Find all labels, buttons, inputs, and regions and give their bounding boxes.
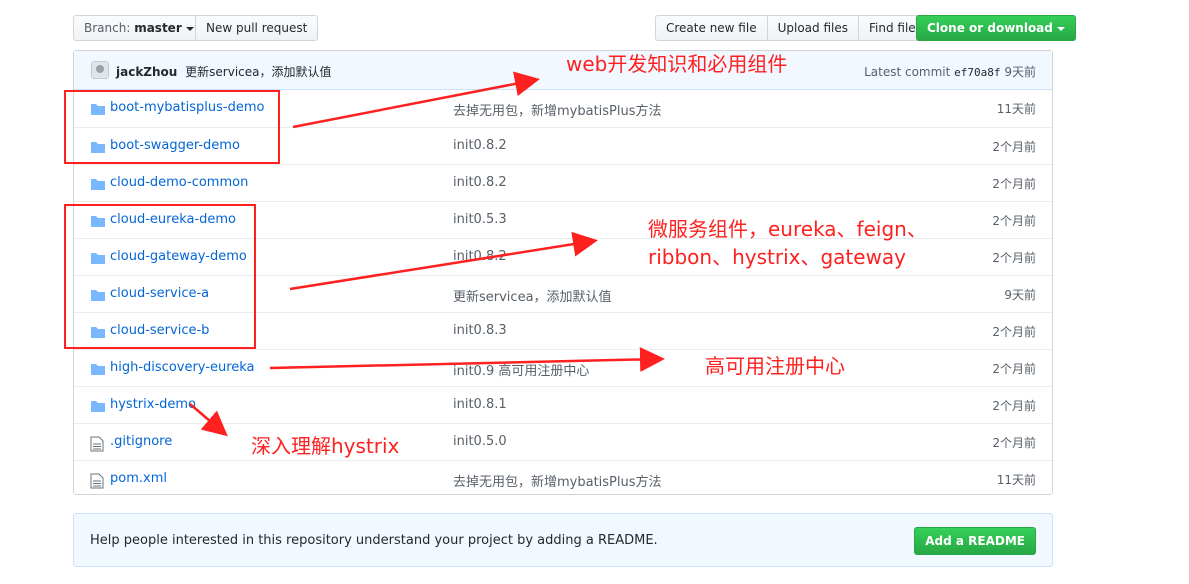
commit-author[interactable]: jackZhou	[116, 65, 177, 79]
commit-message-link[interactable]: init0.8.2	[453, 138, 507, 153]
table-row: cloud-service-a 更新servicea，添加默认值 9天前	[74, 275, 1052, 312]
clone-or-download-button[interactable]: Clone or download	[916, 15, 1076, 41]
commit-message-link[interactable]: init0.5.0	[453, 434, 507, 449]
create-new-file-button[interactable]: Create new file	[656, 16, 767, 40]
file-rows: boot-mybatisplus-demo 去掉无用包，新增mybatisPlus…	[74, 90, 1052, 497]
commit-message-link[interactable]: init0.9 高可用注册中心	[453, 360, 589, 379]
file-name-link[interactable]: pom.xml	[110, 471, 167, 486]
file-name-link[interactable]: .gitignore	[110, 434, 172, 449]
avatar[interactable]	[91, 61, 109, 79]
table-row: cloud-demo-common init0.8.2 2个月前	[74, 164, 1052, 201]
annotation-microservice-line2: ribbon、hystrix、gateway	[648, 245, 907, 269]
commit-age: 2个月前	[992, 362, 1036, 376]
commit-message-link[interactable]: init0.8.3	[453, 323, 507, 338]
commit-age: 2个月前	[992, 436, 1036, 450]
commit-age: 2个月前	[992, 325, 1036, 339]
file-icon	[90, 473, 104, 493]
folder-icon	[90, 288, 106, 306]
file-list: jackZhou 更新servicea，添加默认值 Latest commit …	[73, 50, 1053, 495]
folder-icon	[90, 140, 106, 158]
chevron-down-icon	[1056, 26, 1065, 31]
commit-age: 2个月前	[992, 140, 1036, 154]
table-row: hystrix-demo init0.8.1 2个月前	[74, 386, 1052, 423]
branch-name: master	[134, 21, 182, 35]
annotation-microservice-line1: 微服务组件，eureka、feign、	[648, 217, 927, 241]
table-row: pom.xml 去掉无用包，新增mybatisPlus方法 11天前	[74, 460, 1052, 497]
commit-age: 11天前	[996, 102, 1036, 116]
commit-message-link[interactable]: init0.8.2	[453, 175, 507, 190]
commit-message[interactable]: 更新servicea，添加默认值	[185, 65, 331, 79]
commit-sha[interactable]: ef70a8f	[954, 66, 1000, 79]
file-name-link[interactable]: boot-swagger-demo	[110, 138, 240, 153]
latest-commit-info: Latest commit ef70a8f 9天前	[864, 63, 1036, 80]
commit-age: 2个月前	[992, 399, 1036, 413]
commit-author-info: jackZhou 更新servicea，添加默认值	[116, 63, 332, 80]
file-name-link[interactable]: boot-mybatisplus-demo	[110, 100, 264, 115]
folder-icon	[90, 214, 106, 232]
commit-message-link[interactable]: 更新servicea，添加默认值	[453, 286, 612, 305]
chevron-down-icon	[185, 26, 194, 31]
add-readme-button[interactable]: Add a README	[914, 527, 1036, 555]
file-actions-group: Create new file Upload files Find file	[655, 15, 927, 41]
table-row: cloud-service-b init0.8.3 2个月前	[74, 312, 1052, 349]
commit-age: 9天前	[1004, 288, 1036, 302]
branch-prefix: Branch:	[84, 21, 131, 35]
readme-prompt: Help people interested in this repositor…	[73, 513, 1053, 567]
table-row: boot-mybatisplus-demo 去掉无用包，新增mybatisPlus…	[74, 90, 1052, 127]
folder-icon	[90, 325, 106, 343]
file-icon	[90, 436, 104, 456]
file-name-link[interactable]: hystrix-demo	[110, 397, 196, 412]
commit-message-link[interactable]: 去掉无用包，新增mybatisPlus方法	[453, 100, 662, 119]
branch-select-button[interactable]: Branch: master	[73, 15, 205, 41]
file-name-link[interactable]: cloud-service-b	[110, 323, 209, 338]
table-row: .gitignore init0.5.0 2个月前	[74, 423, 1052, 460]
commit-age: 9天前	[1004, 65, 1036, 79]
latest-commit-label: Latest commit	[864, 65, 951, 79]
folder-icon	[90, 362, 106, 380]
folder-icon	[90, 177, 106, 195]
latest-commit-bar: jackZhou 更新servicea，添加默认值 Latest commit …	[74, 51, 1052, 90]
folder-icon	[90, 399, 106, 417]
commit-message-link[interactable]: init0.5.3	[453, 212, 507, 227]
upload-files-button[interactable]: Upload files	[766, 16, 858, 40]
annotation-web: web开发知识和必用组件	[566, 52, 788, 76]
readme-prompt-text: Help people interested in this repositor…	[90, 533, 658, 548]
file-name-link[interactable]: cloud-gateway-demo	[110, 249, 247, 264]
file-name-link[interactable]: cloud-eureka-demo	[110, 212, 236, 227]
commit-message-link[interactable]: 去掉无用包，新增mybatisPlus方法	[453, 471, 662, 490]
file-name-link[interactable]: high-discovery-eureka	[110, 360, 255, 375]
commit-age: 2个月前	[992, 251, 1036, 265]
commit-age: 2个月前	[992, 214, 1036, 228]
commit-age: 11天前	[996, 473, 1036, 487]
commit-message-link[interactable]: init0.8.1	[453, 397, 507, 412]
commit-age: 2个月前	[992, 177, 1036, 191]
file-name-link[interactable]: cloud-service-a	[110, 286, 209, 301]
table-row: high-discovery-eureka init0.9 高可用注册中心 2个月前	[74, 349, 1052, 386]
new-pull-request-label: New pull request	[206, 21, 308, 35]
new-pull-request-button[interactable]: New pull request	[195, 15, 319, 41]
commit-message-link[interactable]: init0.8.2	[453, 249, 507, 264]
annotation-ha: 高可用注册中心	[705, 354, 845, 378]
clone-or-download-label: Clone or download	[927, 21, 1053, 35]
file-name-link[interactable]: cloud-demo-common	[110, 175, 248, 190]
annotation-hystrix: 深入理解hystrix	[251, 434, 400, 458]
table-row: boot-swagger-demo init0.8.2 2个月前	[74, 127, 1052, 164]
folder-icon	[90, 102, 106, 120]
folder-icon	[90, 251, 106, 269]
